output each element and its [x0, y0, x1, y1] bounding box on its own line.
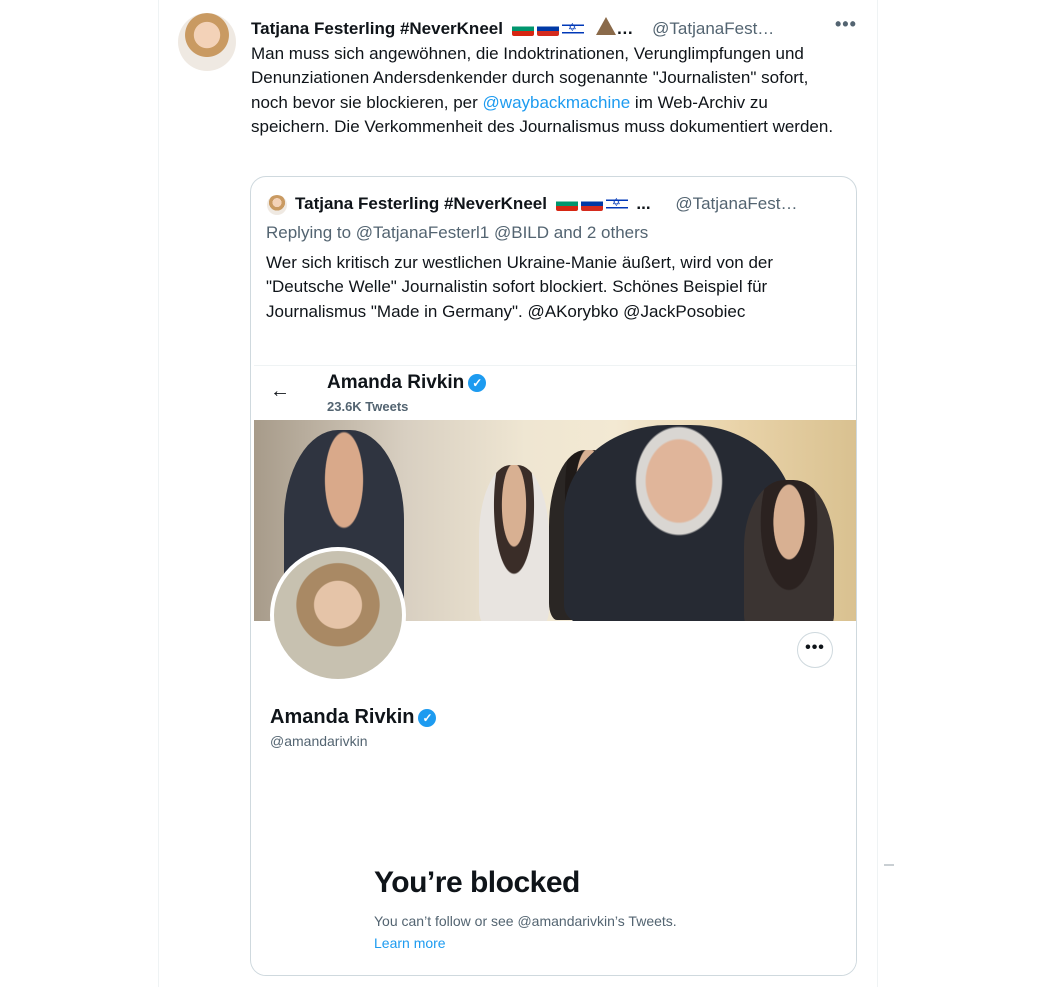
quoted-author-handle: @TatjanaFest…	[675, 194, 798, 213]
profile-avatar	[270, 547, 406, 683]
russia-flag-icon	[580, 197, 603, 211]
back-arrow-icon: ←	[270, 380, 290, 402]
author-name[interactable]: Tatjana Festerling #NeverKneel	[251, 19, 503, 38]
name-ellipsis: …	[616, 19, 634, 38]
verified-badge-icon: ✓	[468, 374, 487, 392]
quoted-tweet-card[interactable]: Tatjana Festerling #NeverKneel ... @Tatj…	[250, 176, 857, 976]
author-avatar[interactable]	[178, 13, 236, 71]
israel-flag-icon	[561, 21, 584, 36]
banner-figure-woman	[479, 465, 549, 621]
replying-to: Replying to @TatjanaFesterl1 @BILD and 2…	[266, 223, 649, 242]
profile-name-text: Amanda Rivkin	[270, 706, 415, 728]
blocked-title: You’re blocked	[374, 866, 580, 899]
quoted-tweet-text: Wer sich kritisch zur westlichen Ukraine…	[266, 253, 774, 321]
banner-figure-far-right	[744, 480, 834, 621]
volcano-icon	[596, 17, 617, 35]
profile-header-name: Amanda Rivkin ✓	[327, 372, 487, 394]
mention-link[interactable]: @waybackmachine	[483, 93, 631, 112]
learn-more-link: Learn more	[374, 935, 446, 951]
bulgaria-flag-icon	[511, 22, 534, 36]
tweet-header: Tatjana Festerling #NeverKneel … @Tatjan…	[251, 17, 774, 39]
israel-flag-icon	[605, 196, 628, 211]
profile-name: Amanda Rivkin ✓	[270, 706, 437, 729]
profile-more-button: •••	[797, 632, 833, 668]
quoted-flag-emojis	[555, 196, 628, 211]
profile-screenshot-image: ← Amanda Rivkin ✓ 23.6K Tweets ••• Amanda…	[254, 365, 856, 975]
author-handle[interactable]: @TatjanaFest…	[652, 19, 774, 38]
profile-handle: @amandarivkin	[270, 733, 368, 749]
tweet-text: Man muss sich angewöhnen, die Indoktrina…	[251, 42, 841, 140]
profile-header-name-text: Amanda Rivkin	[327, 372, 465, 393]
quoted-tweet-header: Tatjana Festerling #NeverKneel ... @Tatj…	[295, 194, 797, 214]
scroll-indicator	[884, 864, 894, 866]
more-options-icon[interactable]: •••	[835, 14, 857, 35]
bulgaria-flag-icon	[555, 197, 578, 211]
tweet-count: 23.6K Tweets	[327, 399, 409, 414]
quoted-author-avatar	[267, 195, 287, 215]
verified-badge-icon: ✓	[418, 709, 437, 727]
flag-emojis	[511, 21, 584, 36]
quoted-name-ellipsis: ...	[636, 194, 651, 213]
blocked-subtitle: You can’t follow or see @amandarivkin’s …	[374, 913, 677, 929]
quoted-author-name: Tatjana Festerling #NeverKneel	[295, 194, 547, 213]
russia-flag-icon	[536, 22, 559, 36]
